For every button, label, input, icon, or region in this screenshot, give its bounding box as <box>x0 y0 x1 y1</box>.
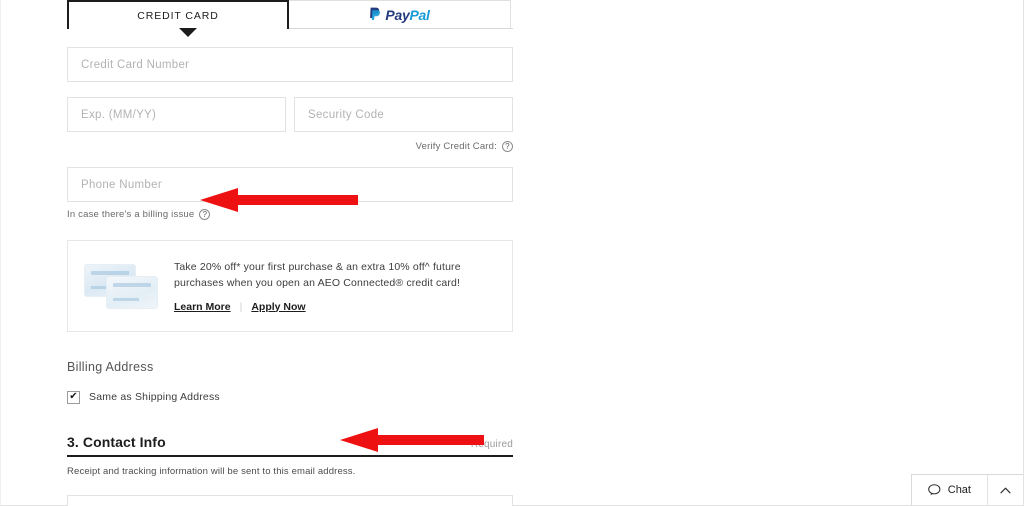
credit-card-number-placeholder: Credit Card Number <box>81 58 190 71</box>
card-stripe <box>113 282 151 287</box>
email-input[interactable]: Email <box>67 494 513 506</box>
checkout-page: CREDIT CARD PayPal Credit Card Number Ex… <box>0 0 1024 506</box>
expiry-date-placeholder: Exp. (MM/YY) <box>81 108 157 121</box>
card-stripe <box>91 270 129 275</box>
contact-info-required-label: Required <box>470 438 513 450</box>
apply-now-link[interactable]: Apply Now <box>251 301 305 313</box>
billing-issue-help-icon[interactable]: ? <box>199 209 211 220</box>
expiry-date-input[interactable]: Exp. (MM/YY) <box>67 97 286 132</box>
promo-text: Take 20% off* your first purchase & an e… <box>174 261 461 290</box>
verify-credit-card-label: Verify Credit Card: <box>415 141 497 152</box>
promo-links: Learn More | Apply Now <box>174 301 496 313</box>
security-code-input[interactable]: Security Code <box>294 97 513 132</box>
contact-info-header: 3. Contact Info Required <box>67 434 513 457</box>
chat-button[interactable]: Chat <box>912 475 987 505</box>
verify-credit-card-row: Verify Credit Card: ? <box>67 141 513 152</box>
active-tab-pointer-icon <box>179 28 197 37</box>
tab-paypal[interactable]: PayPal <box>289 0 511 29</box>
billing-issue-row: In case there's a billing issue ? <box>67 209 513 220</box>
chevron-up-icon <box>1000 487 1011 493</box>
chat-label: Chat <box>947 484 971 496</box>
phone-number-input[interactable]: Phone Number <box>67 167 513 202</box>
billing-issue-label: In case there's a billing issue <box>67 209 195 220</box>
chat-widget: Chat <box>910 474 1023 505</box>
contact-info-title: 3. Contact Info <box>67 433 166 450</box>
contact-info-note: Receipt and tracking information will be… <box>67 465 356 477</box>
promo-link-separator: | <box>239 300 243 313</box>
phone-number-placeholder: Phone Number <box>81 178 162 191</box>
chat-expand-button[interactable] <box>987 475 1023 505</box>
promo-content: Take 20% off* your first purchase & an e… <box>174 259 496 313</box>
paypal-pay-text: Pay <box>385 6 410 23</box>
tab-credit-card[interactable]: CREDIT CARD <box>67 0 289 29</box>
credit-card-front-icon <box>106 275 158 309</box>
security-code-placeholder: Security Code <box>308 108 385 121</box>
learn-more-link[interactable]: Learn More <box>174 301 231 313</box>
card-dots <box>113 297 139 301</box>
same-as-shipping-checkbox-row[interactable]: ✔ Same as Shipping Address <box>67 390 513 404</box>
credit-cards-image <box>84 261 160 311</box>
paypal-logo: PayPal <box>369 6 430 23</box>
credit-card-number-input[interactable]: Credit Card Number <box>67 47 513 82</box>
same-as-shipping-checkbox[interactable]: ✔ <box>67 390 80 404</box>
chat-bubble-icon <box>927 484 941 496</box>
paypal-mark-icon <box>370 7 381 20</box>
billing-address-title: Billing Address <box>67 359 154 374</box>
verify-credit-card-help-icon[interactable]: ? <box>502 141 513 152</box>
same-as-shipping-label: Same as Shipping Address <box>89 391 220 404</box>
payment-form-column: CREDIT CARD PayPal Credit Card Number Ex… <box>67 0 513 506</box>
expiry-security-row: Exp. (MM/YY) Security Code <box>67 97 513 132</box>
tab-credit-card-label: CREDIT CARD <box>137 9 219 22</box>
paypal-pal-text: Pal <box>409 6 430 23</box>
credit-card-promo-banner: Take 20% off* your first purchase & an e… <box>67 240 513 332</box>
payment-method-tabs: CREDIT CARD PayPal <box>67 0 513 37</box>
